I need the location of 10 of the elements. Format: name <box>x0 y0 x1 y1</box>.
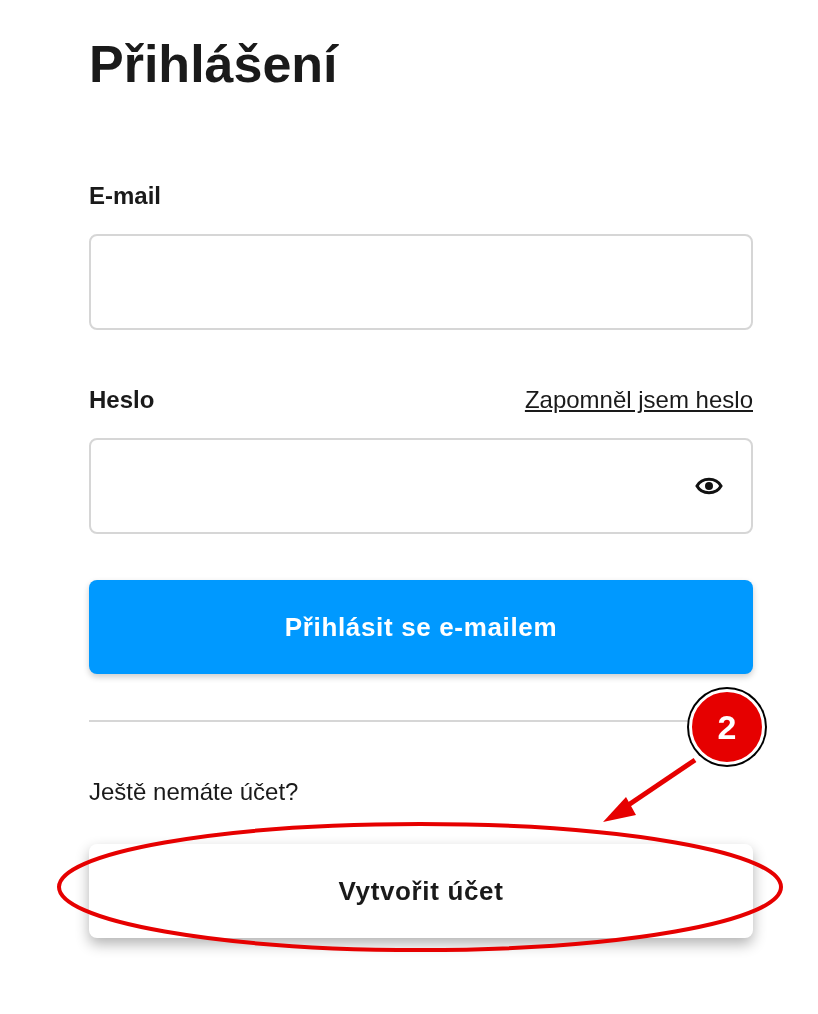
forgot-password-link[interactable]: Zapomněl jsem heslo <box>524 384 753 416</box>
step-badge: 2 <box>689 689 765 765</box>
signup-prompt: Ještě nemáte účet? <box>89 778 299 806</box>
password-field[interactable] <box>89 438 753 534</box>
page-title: Přihlášení <box>89 34 338 95</box>
field-label: Heslo <box>89 385 155 415</box>
eye-icon[interactable] <box>695 476 723 496</box>
email-field[interactable] <box>89 234 753 330</box>
field-label: E-mail <box>89 181 162 211</box>
create-account-button[interactable]: Vytvořit účet <box>89 844 753 938</box>
